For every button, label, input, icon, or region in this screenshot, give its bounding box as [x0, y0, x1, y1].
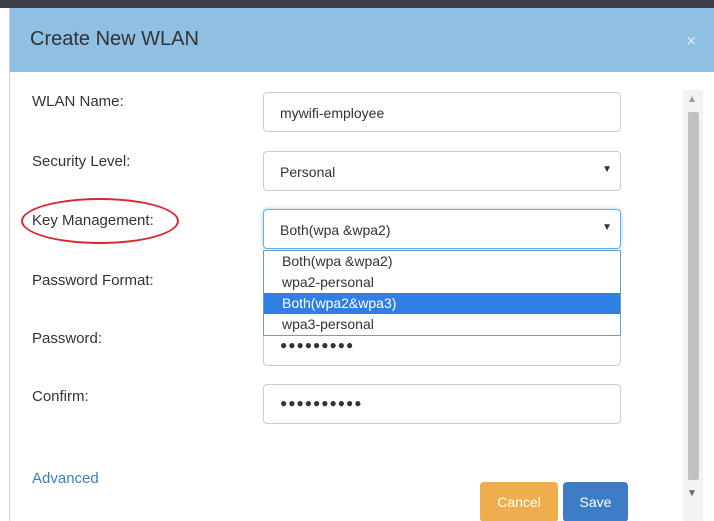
dropdown-option[interactable]: wpa3-personal [264, 314, 620, 335]
highlight-annotation-ellipse [21, 198, 179, 244]
dropdown-option[interactable]: wpa2-personal [264, 272, 620, 293]
key-management-select[interactable]: Both(wpa &wpa2) ▼ [263, 209, 621, 249]
dropdown-option-highlighted[interactable]: Both(wpa2&wpa3) [264, 293, 620, 314]
close-icon[interactable]: × [686, 32, 697, 50]
password-masked-value: ●●●●●●●●● [280, 338, 355, 352]
chevron-down-icon: ▼ [602, 222, 612, 233]
dialog-title: Create New WLAN [30, 28, 199, 50]
key-management-dropdown-list: Both(wpa &wpa2) wpa2-personal Both(wpa2&… [263, 250, 621, 336]
scroll-up-arrow-icon[interactable]: ▲ [687, 94, 697, 105]
confirm-input[interactable]: ●●●●●●●●●● [263, 384, 621, 424]
wlan-name-label: WLAN Name: [32, 93, 124, 110]
password-format-label: Password Format: [32, 272, 154, 289]
scroll-down-arrow-icon[interactable]: ▼ [687, 488, 697, 499]
confirm-label: Confirm: [32, 388, 89, 405]
chevron-down-icon: ▼ [602, 164, 612, 175]
security-level-select[interactable]: Personal ▼ [263, 151, 621, 191]
create-wlan-dialog: Create New WLAN × WLAN Name: mywifi-empl… [9, 8, 714, 521]
wlan-name-input[interactable]: mywifi-employee [263, 92, 621, 132]
background-window-strip [0, 0, 714, 8]
dropdown-option[interactable]: Both(wpa &wpa2) [264, 251, 620, 272]
password-label: Password: [32, 330, 103, 347]
confirm-masked-value: ●●●●●●●●●● [280, 396, 363, 410]
cancel-button[interactable]: Cancel [480, 482, 558, 521]
advanced-link[interactable]: Advanced [32, 470, 99, 487]
dialog-header: Create New WLAN × [10, 8, 714, 72]
security-level-value: Personal [280, 164, 336, 180]
scrollbar-thumb[interactable] [688, 112, 699, 480]
wlan-name-value: mywifi-employee [280, 105, 385, 121]
scrollbar[interactable]: ▲ ▼ [683, 90, 703, 521]
key-management-value: Both(wpa &wpa2) [280, 222, 391, 238]
security-level-label: Security Level: [32, 153, 131, 170]
save-button[interactable]: Save [563, 482, 628, 521]
